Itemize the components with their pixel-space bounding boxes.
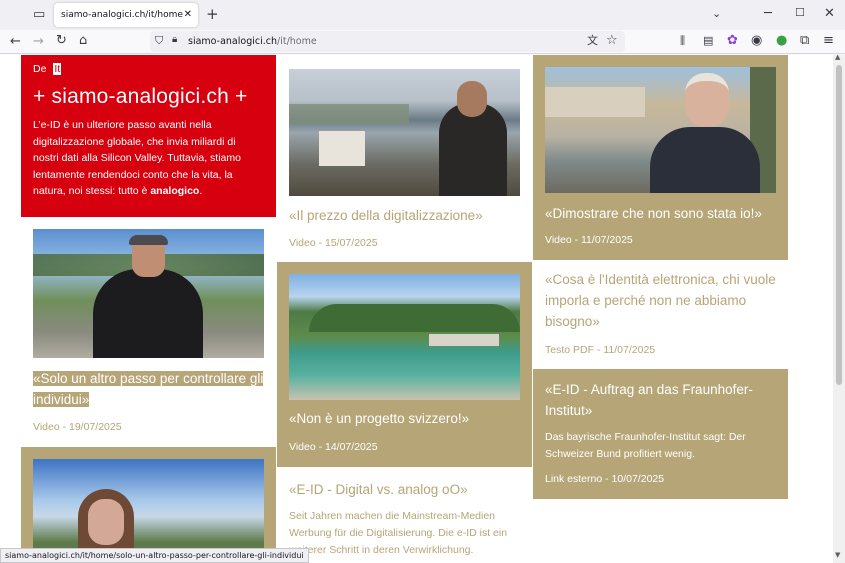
sidebar-icon[interactable]: ▤ <box>703 35 713 46</box>
url-path: /it/home <box>277 36 317 47</box>
new-tab-icon[interactable]: + <box>206 7 219 22</box>
status-bar: siamo-analogici.ch/it/home/solo-un-altro… <box>0 548 309 563</box>
post-card[interactable]: «Dimostrare che non sono stata io!» Vide… <box>533 55 788 260</box>
post-card[interactable] <box>21 447 276 563</box>
close-window-icon[interactable]: ✕ <box>824 7 835 20</box>
site-intro: L’e-ID è un ulteriore passo avanti nella… <box>33 117 264 200</box>
post-title[interactable]: «Cosa è l'Identità elettronica, chi vuol… <box>545 269 776 332</box>
village-shape <box>429 334 499 346</box>
site-title[interactable]: + siamo-analogici.ch + <box>33 85 264 109</box>
tab-list-icon[interactable]: ⌄ <box>712 8 721 19</box>
person-shape <box>650 127 760 193</box>
post-image[interactable] <box>545 67 776 193</box>
post-meta: Video - 14/07/2025 <box>289 441 378 453</box>
shield-icon[interactable]: ⛉ <box>155 35 163 46</box>
home-icon[interactable]: ⌂ <box>79 34 87 47</box>
navigation-bar: ← → ↻ ⌂ ⛉ 🔒︎ siamo-analogici.ch/it/home … <box>0 30 845 54</box>
post-title[interactable]: «E-ID - Auftrag an das Fraunhofer-Instit… <box>545 379 776 421</box>
maximize-icon[interactable]: ☐ <box>795 7 805 18</box>
scroll-up-icon[interactable]: ▲ <box>835 53 840 61</box>
url-bar[interactable]: ⛉ 🔒︎ siamo-analogici.ch/it/home 文 ☆ <box>150 31 625 52</box>
lang-de-link[interactable]: De <box>33 63 46 75</box>
face-shape <box>88 499 124 545</box>
post-meta: Link esterno - 10/07/2025 <box>545 473 665 485</box>
browser-tab[interactable]: siamo-analogici.ch/it/home ✕ <box>54 3 198 27</box>
post-title-text: «Solo un altro passo per controllare gli… <box>33 371 264 407</box>
person-shape <box>93 269 203 358</box>
buildings-shape <box>545 87 645 117</box>
library-icon[interactable]: ⫼ <box>680 35 685 46</box>
post-description: Das bayrische Fraunhofer-Institut sagt: … <box>545 431 746 460</box>
translate-icon[interactable]: 文 <box>587 35 598 46</box>
post-card[interactable]: «E-ID - Auftrag an das Fraunhofer-Instit… <box>533 369 788 499</box>
extension-flower-icon[interactable]: ✿ <box>727 34 738 47</box>
post-title[interactable]: «Solo un altro passo per controllare gli… <box>33 368 264 410</box>
post-card[interactable]: «Non è un progetto svizzero!» Video - 14… <box>277 262 532 467</box>
post-card[interactable]: «Il prezzo della digitalizzazione» Video… <box>277 55 532 262</box>
face-shape <box>685 73 729 127</box>
close-tab-icon[interactable]: ✕ <box>184 3 192 27</box>
scroll-down-icon[interactable]: ▼ <box>835 551 840 559</box>
bookmark-star-icon[interactable]: ☆ <box>606 34 618 47</box>
post-card[interactable]: «Solo un altro passo per controllare gli… <box>21 217 276 447</box>
intro-bold: analogico <box>150 185 200 197</box>
post-title[interactable]: «Dimostrare che non sono stata io!» <box>545 203 776 224</box>
forward-icon[interactable]: → <box>33 35 44 48</box>
intro-end: . <box>199 185 203 197</box>
post-card[interactable]: «E-ID - Digital vs. analog oO» Seit Jahr… <box>277 467 532 563</box>
post-meta: Testo PDF - 11/07/2025 <box>545 344 656 356</box>
vertical-scrollbar[interactable]: ▲ ▼ <box>833 53 845 563</box>
hill-shape <box>289 104 409 124</box>
house-shape <box>319 131 365 166</box>
tab-bar: ▭ siamo-analogici.ch/it/home ✕ + ⌄ ─ ☐ ✕ <box>0 0 845 30</box>
cap-shape <box>129 235 168 245</box>
post-meta: Video - 19/07/2025 <box>33 421 122 433</box>
minimize-icon[interactable]: ─ <box>764 7 772 20</box>
tab-title: siamo-analogici.ch/it/home <box>61 10 183 20</box>
post-title[interactable]: «Il prezzo della digitalizzazione» <box>289 205 520 226</box>
post-title[interactable]: «E-ID - Digital vs. analog oO» <box>289 479 520 500</box>
face-shape <box>457 81 487 117</box>
post-meta: Video - 11/07/2025 <box>545 234 633 246</box>
back-icon[interactable]: ← <box>10 35 21 48</box>
page-content: De It + siamo-analogici.ch + L’e-ID è un… <box>0 55 833 563</box>
menu-icon[interactable]: ≡ <box>823 34 834 47</box>
post-meta: Video - 15/07/2025 <box>289 237 378 249</box>
reload-icon[interactable]: ↻ <box>56 34 67 47</box>
extension-green-icon[interactable]: ● <box>776 34 787 47</box>
lock-icon[interactable]: 🔒︎ <box>172 35 177 45</box>
post-image[interactable] <box>289 69 520 196</box>
site-header: De It + siamo-analogici.ch + L’e-ID è un… <box>21 55 276 217</box>
post-card[interactable]: «Cosa è l'Identità elettronica, chi vuol… <box>533 260 788 370</box>
post-title[interactable]: «Non è un progetto svizzero!» <box>289 408 520 429</box>
language-switch: De It <box>33 63 264 75</box>
lang-it-link[interactable]: It <box>53 63 62 75</box>
account-icon[interactable]: ◉ <box>751 34 762 47</box>
post-description: Seit Jahren machen die Mainstream-Medien… <box>289 510 508 556</box>
intro-text: L’e-ID è un ulteriore passo avanti nella… <box>33 119 241 197</box>
url-domain: siamo-analogici.ch <box>188 36 277 47</box>
tab-overview-icon[interactable]: ▭ <box>33 8 45 21</box>
extensions-puzzle-icon[interactable]: ⧉ <box>800 34 809 47</box>
scrollbar-thumb[interactable] <box>836 65 842 385</box>
post-image[interactable] <box>33 229 264 358</box>
mountain-shape <box>309 304 520 332</box>
post-image[interactable] <box>289 274 520 400</box>
